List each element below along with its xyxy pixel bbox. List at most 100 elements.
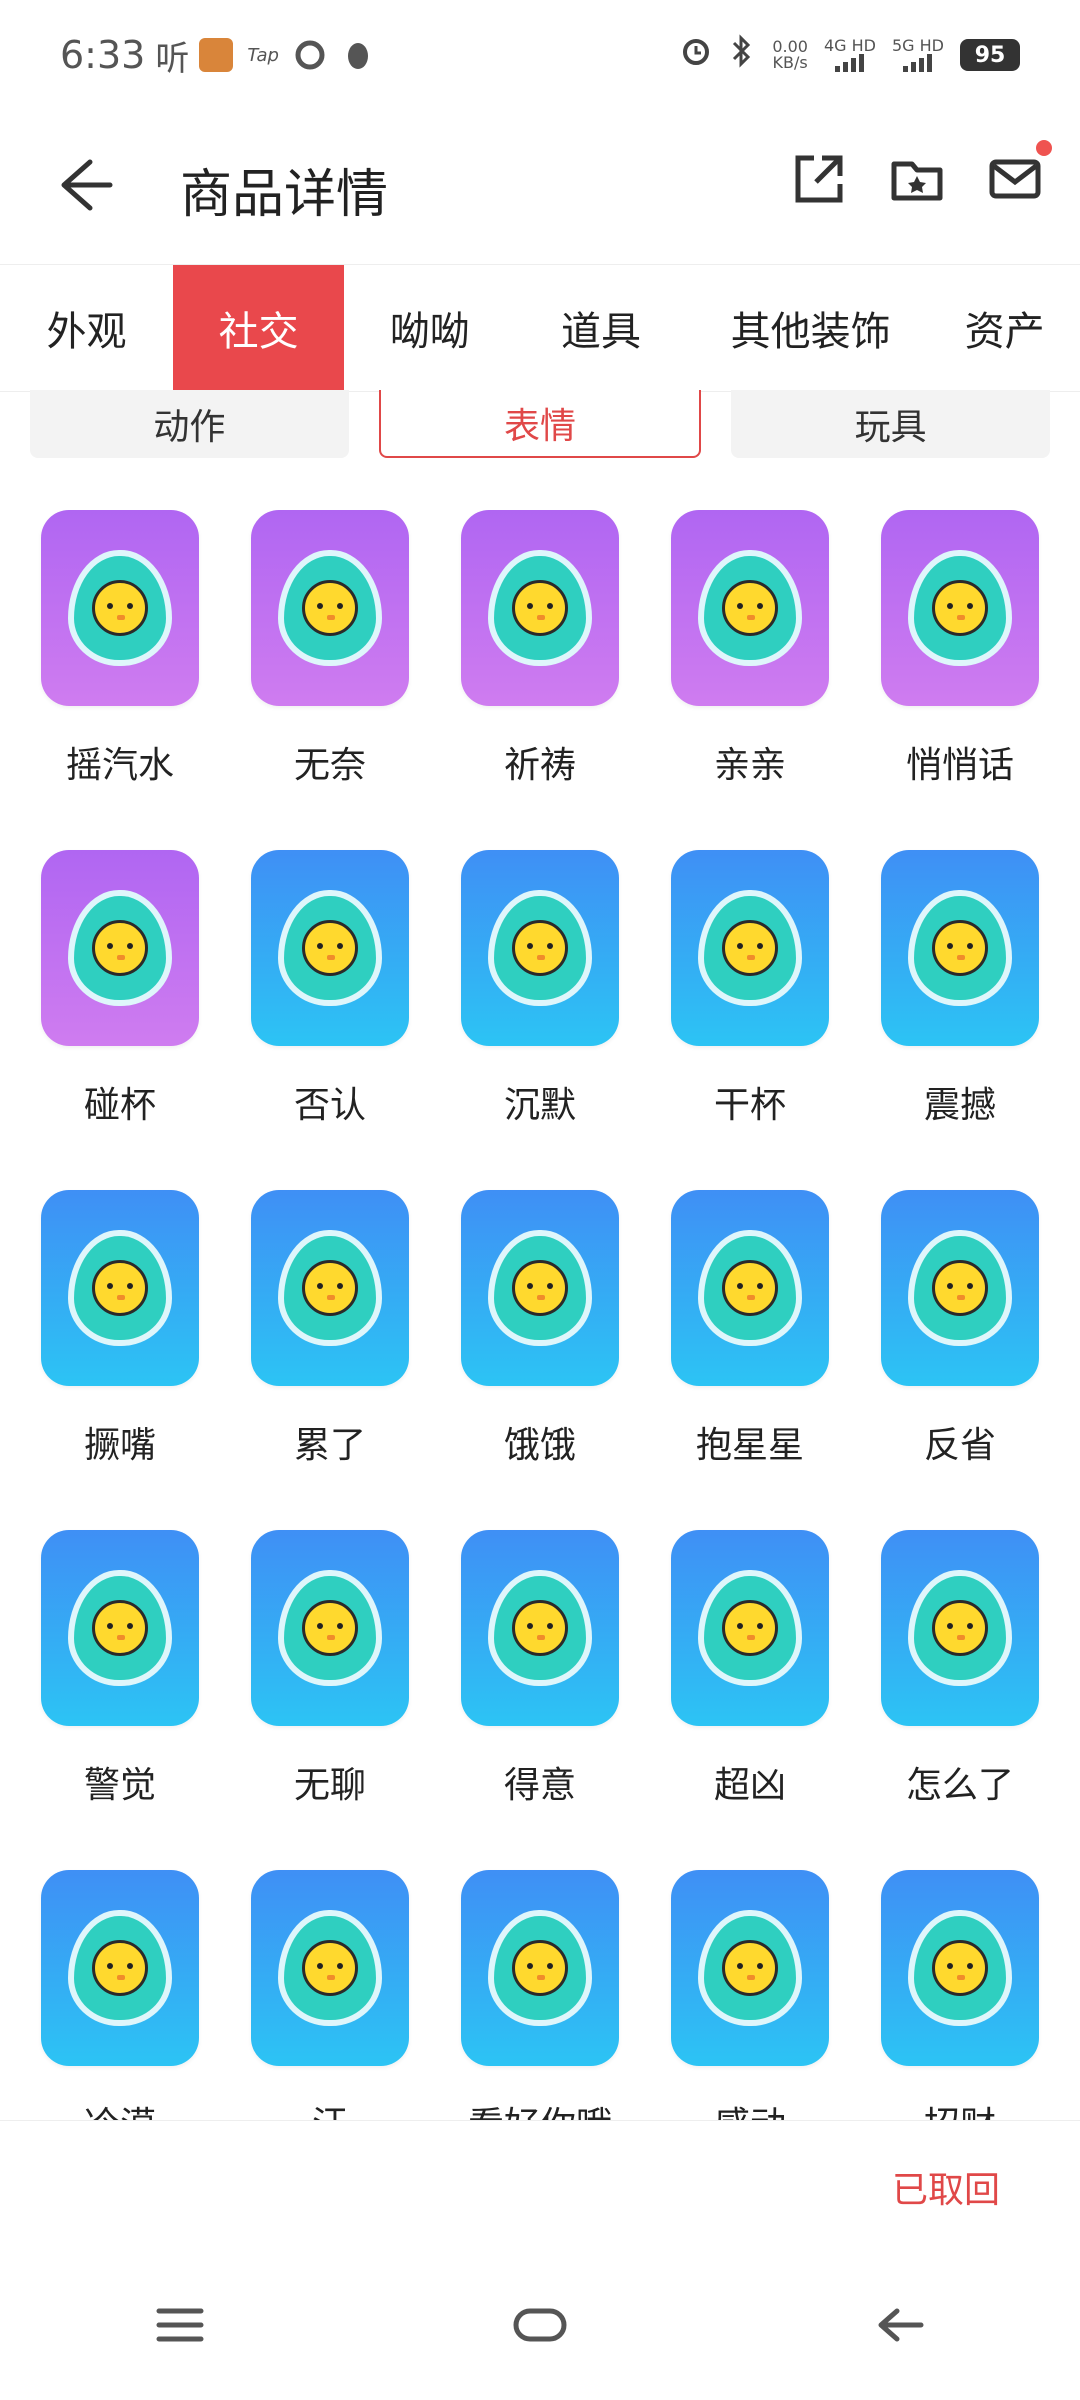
- emote-thumbnail[interactable]: [41, 510, 199, 706]
- emote-label: 累了: [293, 1425, 366, 1466]
- tab-other-decorations[interactable]: 其他装饰: [687, 265, 935, 391]
- share-icon[interactable]: [790, 150, 848, 208]
- emote-label: 震撼: [923, 1085, 996, 1126]
- emote-thumbnail[interactable]: [461, 850, 619, 1046]
- emote-badge-icon: [278, 890, 382, 1006]
- emote-item[interactable]: 招财: [855, 1870, 1065, 2120]
- mail-icon[interactable]: [986, 140, 1052, 208]
- game-app-icon: [199, 38, 234, 72]
- emote-thumbnail[interactable]: [251, 1190, 409, 1386]
- emote-item[interactable]: 摇汽水: [15, 510, 225, 850]
- chick-character-icon: [932, 1600, 988, 1656]
- emote-item[interactable]: 震撼: [855, 850, 1065, 1190]
- emote-thumbnail[interactable]: [461, 1870, 619, 2066]
- emote-item[interactable]: 冷漠: [15, 1870, 225, 2120]
- emote-item[interactable]: 干杯: [645, 850, 855, 1190]
- emote-item[interactable]: 沉默: [435, 850, 645, 1190]
- emote-item[interactable]: 无聊: [225, 1530, 435, 1870]
- tab-assets[interactable]: 资产: [935, 265, 1080, 391]
- emote-label: 得意: [503, 1765, 576, 1806]
- category-tabs: 外观 社交 呦呦 道具 其他装饰 资产: [0, 264, 1080, 392]
- emote-item[interactable]: 汗: [225, 1870, 435, 2120]
- net-speed: 0.00 KB/s: [772, 37, 808, 72]
- status-ting-label: 听: [155, 38, 190, 79]
- emote-thumbnail[interactable]: [881, 1190, 1039, 1386]
- emote-thumbnail[interactable]: [671, 1190, 829, 1386]
- chick-character-icon: [92, 920, 148, 976]
- emote-item[interactable]: 亲亲: [645, 510, 855, 850]
- emote-badge-icon: [278, 1230, 382, 1346]
- emote-item[interactable]: 否认: [225, 850, 435, 1190]
- emote-thumbnail[interactable]: [251, 850, 409, 1046]
- emote-thumbnail[interactable]: [41, 1190, 199, 1386]
- emote-item[interactable]: 累了: [225, 1190, 435, 1530]
- back-nav-icon[interactable]: [860, 2295, 940, 2355]
- emote-item[interactable]: 警觉: [15, 1530, 225, 1870]
- emote-thumbnail[interactable]: [41, 850, 199, 1046]
- subtab-toys[interactable]: 玩具: [731, 390, 1051, 458]
- emote-item[interactable]: 反省: [855, 1190, 1065, 1530]
- emote-item[interactable]: 看好你哦: [435, 1870, 645, 2120]
- emote-thumbnail[interactable]: [671, 1870, 829, 2066]
- emote-thumbnail[interactable]: [881, 510, 1039, 706]
- emote-badge-icon: [908, 1230, 1012, 1346]
- chick-character-icon: [92, 1940, 148, 1996]
- chick-character-icon: [302, 1600, 358, 1656]
- emote-thumbnail[interactable]: [671, 850, 829, 1046]
- emote-thumbnail[interactable]: [461, 510, 619, 706]
- subcategory-tabs: 动作 表情 玩具: [30, 390, 1051, 458]
- emote-badge-icon: [68, 1230, 172, 1346]
- bluetooth-icon: [728, 33, 756, 77]
- emote-item[interactable]: 怎么了: [855, 1530, 1065, 1870]
- menu-icon[interactable]: [140, 2295, 220, 2355]
- bottom-action-bar: 已取回: [0, 2120, 1080, 2251]
- emote-thumbnail[interactable]: [461, 1190, 619, 1386]
- subtab-emotes[interactable]: 表情: [378, 390, 702, 458]
- emote-thumbnail[interactable]: [41, 1870, 199, 2066]
- emote-item[interactable]: 无奈: [225, 510, 435, 850]
- emote-item[interactable]: 祈祷: [435, 510, 645, 850]
- emote-thumbnail[interactable]: [881, 1870, 1039, 2066]
- emote-badge-icon: [278, 550, 382, 666]
- emote-label: 看好你哦: [468, 2096, 612, 2120]
- chick-character-icon: [92, 1260, 148, 1316]
- emote-thumbnail[interactable]: [881, 850, 1039, 1046]
- emote-badge-icon: [488, 1910, 592, 2026]
- home-icon[interactable]: [500, 2295, 580, 2355]
- chick-character-icon: [512, 920, 568, 976]
- tab-youyou[interactable]: 呦呦: [344, 265, 515, 391]
- emote-item[interactable]: 悄悄话: [855, 510, 1065, 850]
- emote-label: 撅嘴: [83, 1425, 156, 1466]
- emote-thumbnail[interactable]: [881, 1530, 1039, 1726]
- tab-appearance[interactable]: 外观: [0, 265, 173, 391]
- emote-item[interactable]: 感动: [645, 1870, 855, 2120]
- tab-props[interactable]: 道具: [515, 265, 686, 391]
- system-navigation-bar: [0, 2250, 1080, 2400]
- emote-thumbnail[interactable]: [251, 510, 409, 706]
- tab-social[interactable]: 社交: [173, 265, 345, 391]
- emote-thumbnail[interactable]: [461, 1530, 619, 1726]
- signal-5g: 5G HD: [892, 38, 944, 72]
- chick-character-icon: [722, 1600, 778, 1656]
- back-arrow-icon[interactable]: [50, 150, 120, 220]
- emote-thumbnail[interactable]: [671, 510, 829, 706]
- emote-item[interactable]: 碰杯: [15, 850, 225, 1190]
- emote-item[interactable]: 抱星星: [645, 1190, 855, 1530]
- emote-label: 干杯: [713, 1085, 786, 1126]
- emote-thumbnail[interactable]: [251, 1530, 409, 1726]
- emote-thumbnail[interactable]: [671, 1530, 829, 1726]
- emote-thumbnail[interactable]: [251, 1870, 409, 2066]
- emote-badge-icon: [488, 890, 592, 1006]
- emote-item[interactable]: 饿饿: [435, 1190, 645, 1530]
- emote-item[interactable]: 超凶: [645, 1530, 855, 1870]
- emote-thumbnail[interactable]: [41, 1530, 199, 1726]
- tap-icon: Tap: [247, 44, 279, 66]
- chick-character-icon: [932, 1940, 988, 1996]
- subtab-actions[interactable]: 动作: [30, 390, 349, 458]
- emote-item[interactable]: 撅嘴: [15, 1190, 225, 1530]
- emote-badge-icon: [698, 890, 802, 1006]
- emote-item[interactable]: 得意: [435, 1530, 645, 1870]
- chick-character-icon: [722, 1940, 778, 1996]
- favorite-folder-icon[interactable]: [888, 150, 946, 208]
- emote-label: 反省: [923, 1425, 996, 1466]
